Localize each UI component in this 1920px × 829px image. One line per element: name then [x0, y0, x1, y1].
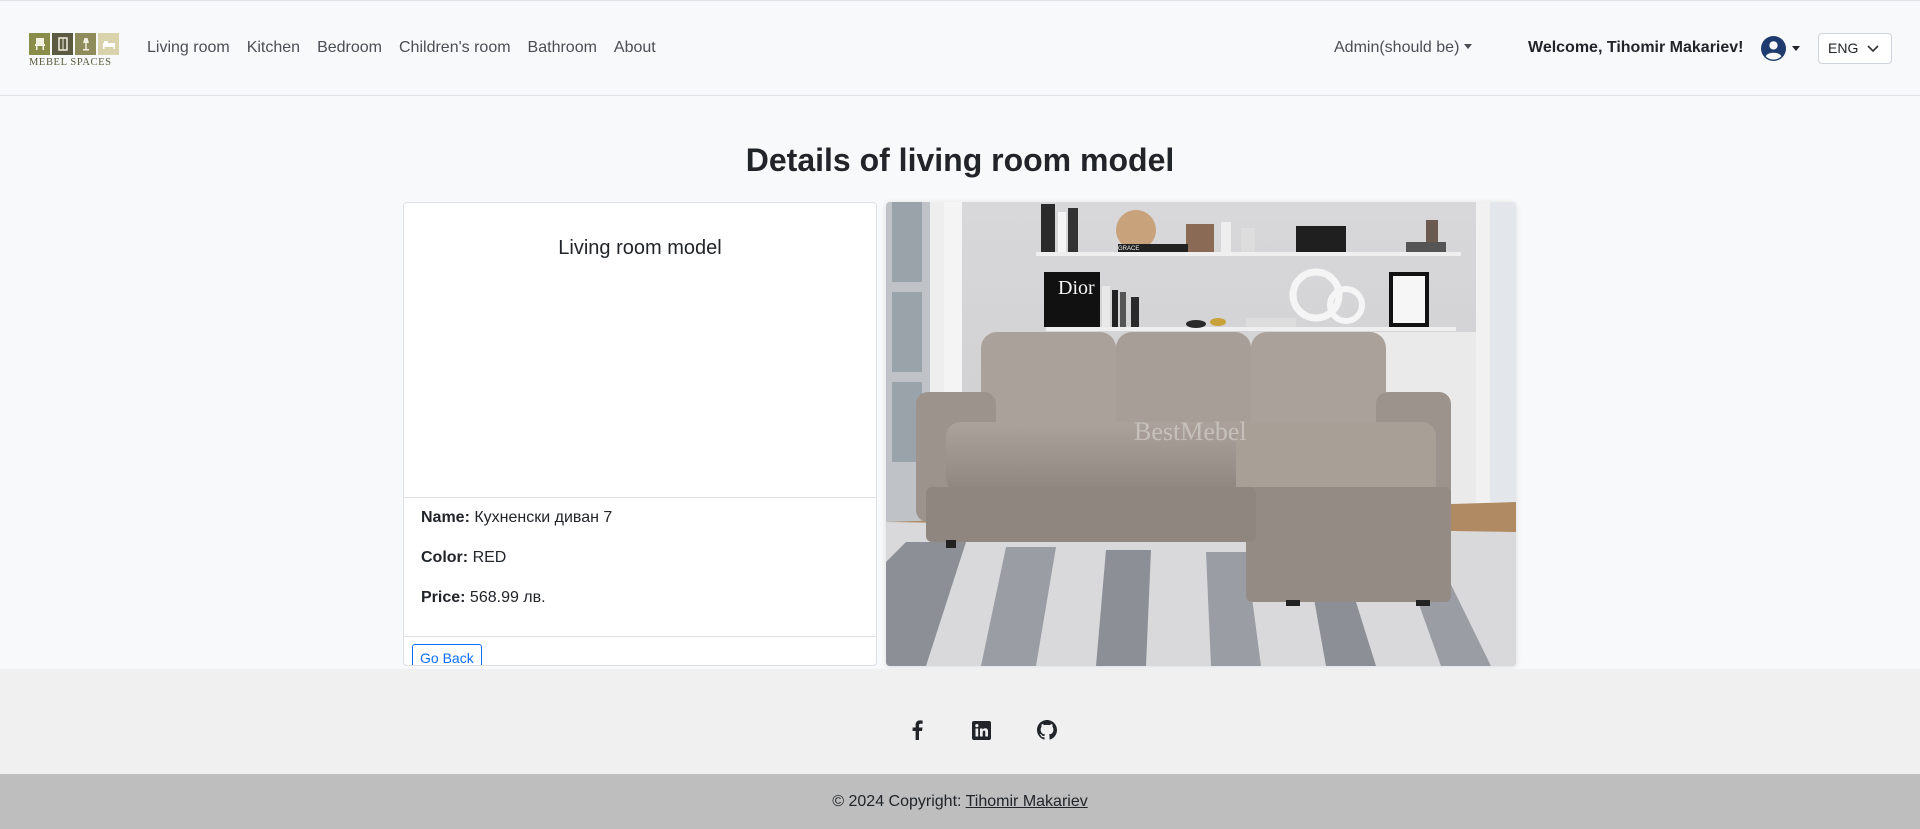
- page-title: Details of living room model: [745, 142, 1175, 178]
- nav-childrens-room[interactable]: Children's room: [399, 39, 511, 57]
- welcome-text: Welcome, Tihomir Makariev!: [1528, 39, 1744, 56]
- go-back-button[interactable]: Go Back: [412, 644, 482, 665]
- language-select[interactable]: ENG: [1818, 33, 1892, 64]
- github-icon: [1036, 720, 1057, 740]
- navbar: MEBEL SPACES Living room Kitchen Bedroom…: [0, 0, 1920, 96]
- language-value: ENG: [1828, 40, 1859, 56]
- name-value: Кухненски диван 7: [474, 509, 613, 526]
- wardrobe-icon: [52, 33, 73, 55]
- user-menu-dropdown[interactable]: [1761, 36, 1800, 61]
- attribute-price-row: Price: 568.99 лв.: [421, 589, 546, 607]
- product-attributes-list: Name: Кухненски диван 7 Color: RED Price…: [404, 497, 876, 637]
- user-avatar-icon: [1761, 36, 1786, 61]
- sofa-photo: Dior GRACE BestMebel: [886, 202, 1516, 666]
- copyright-author-link[interactable]: Tihomir Makariev: [966, 793, 1088, 810]
- facebook-link[interactable]: [884, 710, 949, 750]
- logo-tiles: [29, 33, 122, 55]
- social-links: [884, 710, 1079, 750]
- lamp-icon: [75, 33, 96, 55]
- copyright-text: © 2024 Copyright:: [832, 793, 962, 810]
- main-nav: Living room Kitchen Bedroom Children's r…: [147, 39, 656, 57]
- chevron-down-icon: [1867, 45, 1879, 53]
- attribute-color-row: Color: RED: [421, 549, 506, 567]
- nav-living-room[interactable]: Living room: [147, 39, 230, 57]
- facebook-icon: [912, 720, 923, 740]
- shelf-book-grace: GRACE: [1118, 246, 1139, 252]
- footer: [0, 669, 1920, 774]
- chair-icon: [29, 33, 50, 55]
- price-value: 568.99 лв.: [469, 589, 546, 606]
- brand-name: MEBEL SPACES: [29, 57, 112, 68]
- shelf-book-dior: Dior: [1058, 277, 1095, 299]
- watermark-text: BestMebel: [1134, 417, 1247, 446]
- price-label: Price:: [421, 589, 466, 606]
- linkedin-link[interactable]: [949, 710, 1014, 750]
- color-value: RED: [472, 549, 507, 566]
- product-image: Dior GRACE BestMebel: [886, 202, 1516, 666]
- copyright-bar: © 2024 Copyright: Tihomir Makariev: [0, 774, 1920, 829]
- caret-down-icon: [1464, 44, 1473, 49]
- card-title: Living room model: [558, 237, 722, 259]
- github-link[interactable]: [1014, 710, 1079, 750]
- nav-about[interactable]: About: [614, 39, 656, 57]
- bed-icon: [98, 33, 119, 55]
- nav-kitchen[interactable]: Kitchen: [247, 39, 300, 57]
- admin-dropdown-label: Admin(should be): [1334, 39, 1460, 56]
- name-label: Name:: [421, 509, 470, 526]
- brand-logo[interactable]: MEBEL SPACES: [29, 33, 122, 68]
- product-details-card: Living room model Name: Кухненски диван …: [403, 202, 877, 666]
- color-label: Color:: [421, 549, 469, 566]
- caret-down-icon: [1792, 46, 1800, 51]
- linkedin-icon: [972, 720, 991, 740]
- nav-bathroom[interactable]: Bathroom: [528, 39, 597, 57]
- attribute-name-row: Name: Кухненски диван 7: [421, 509, 612, 527]
- admin-dropdown[interactable]: Admin(should be): [1334, 39, 1473, 57]
- nav-bedroom[interactable]: Bedroom: [317, 39, 382, 57]
